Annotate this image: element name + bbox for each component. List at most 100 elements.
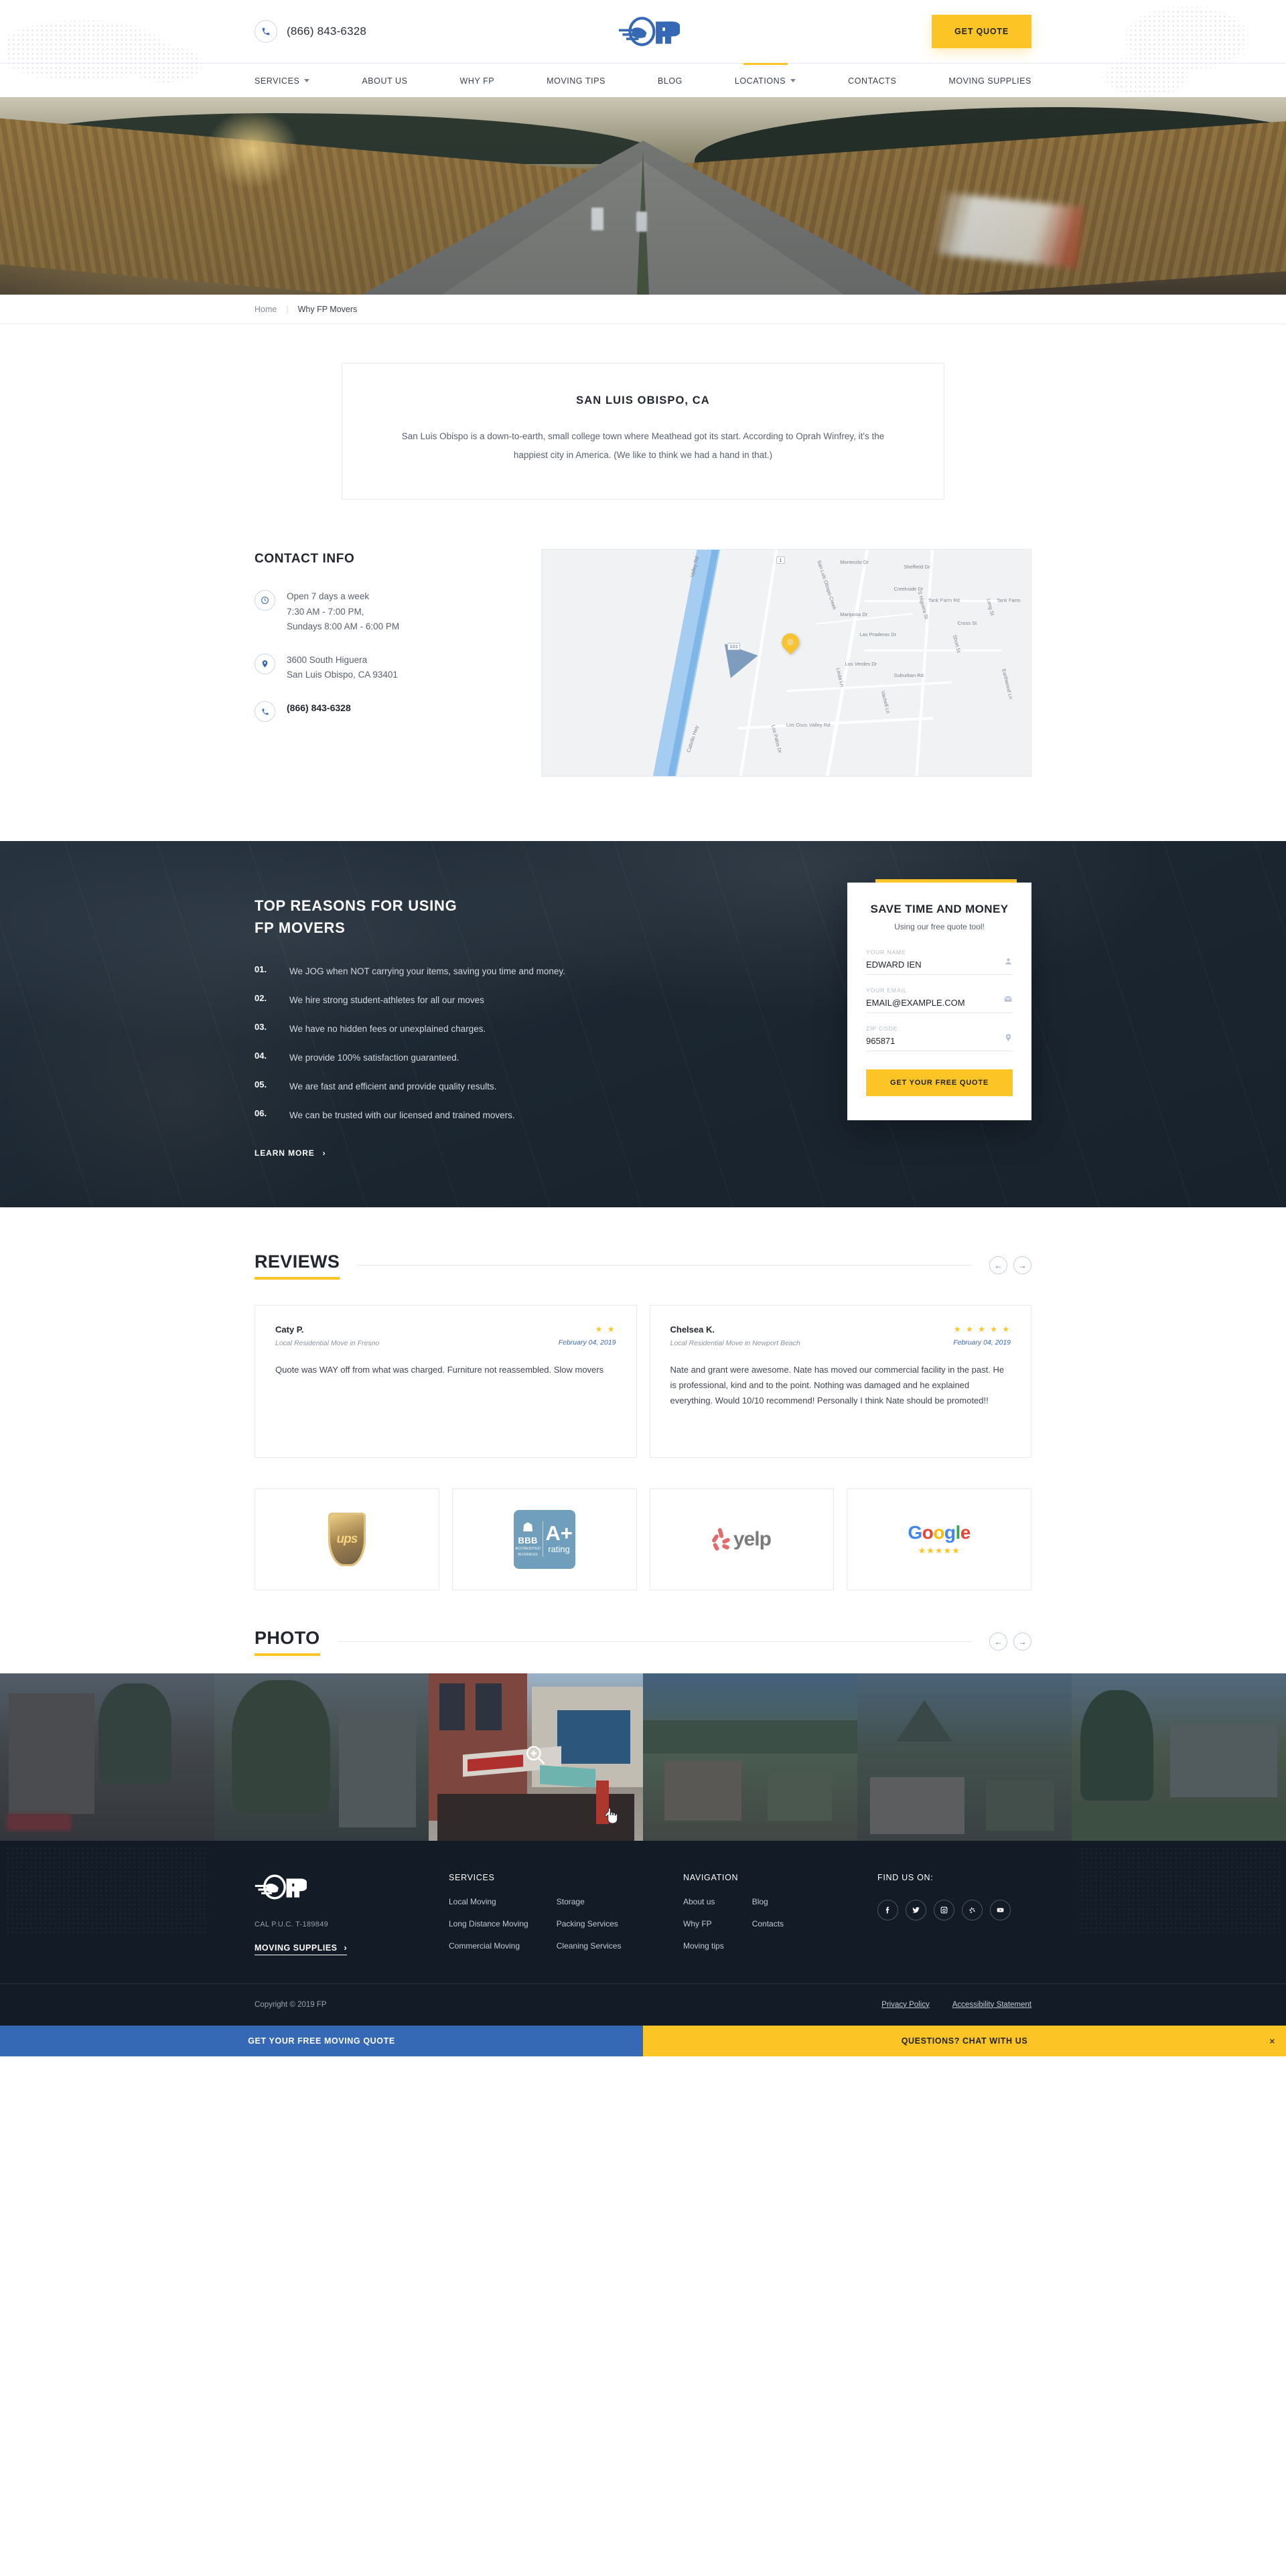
gallery-item-active[interactable] — [429, 1673, 643, 1841]
footer-link-local-moving[interactable]: Local Moving — [449, 1897, 528, 1906]
footer-link-moving-tips[interactable]: Moving tips — [683, 1941, 724, 1951]
map-route-101: 101 — [727, 642, 740, 650]
field-label: YOUR EMAIL — [866, 987, 908, 994]
quote-zip-field[interactable]: ZIP CODE 965871 — [866, 1025, 1013, 1052]
reason-item: 06. We can be trusted with our licensed … — [255, 1108, 630, 1123]
reviews-section: REVIEWS ← → Caty P. Local Residential Mo… — [255, 1207, 1031, 1590]
review-card: Caty P. Local Residential Move in Fresno… — [255, 1304, 637, 1458]
quote-form-subtitle: Using our free quote tool! — [894, 922, 985, 932]
bbb-accredited: ACCREDITED — [515, 1546, 541, 1551]
intro-section: SAN LUIS OBISPO, CA San Luis Obispo is a… — [0, 324, 1286, 500]
phone-icon — [255, 701, 275, 723]
sticky-cta-bar: GET YOUR FREE MOVING QUOTE QUESTIONS? CH… — [0, 2025, 1286, 2056]
map-label: Suburban Rd — [894, 672, 924, 678]
footer-link-long-distance-moving[interactable]: Long Distance Moving — [449, 1919, 528, 1928]
header-phone-number: (866) 843-6328 — [287, 25, 367, 37]
gallery-item[interactable] — [0, 1673, 214, 1841]
nav-item-moving-tips[interactable]: MOVING TIPS — [547, 64, 605, 97]
nav-label: CONTACTS — [848, 76, 897, 86]
nav-item-services[interactable]: SERVICES — [255, 64, 310, 97]
footer-link-packing-services[interactable]: Packing Services — [557, 1919, 622, 1928]
user-icon — [1004, 957, 1013, 969]
map-label: Las Praderas Dr — [859, 631, 897, 638]
contact-address-row: 3600 South Higuera San Luis Obispo, CA 9… — [255, 653, 502, 683]
site-logo[interactable] — [618, 15, 681, 48]
name-input[interactable]: EDWARD IEN — [866, 960, 1013, 970]
cta-chat-with-us[interactable]: QUESTIONS? CHAT WITH US × — [643, 2025, 1286, 2056]
reviewer-name: Caty P. — [275, 1324, 304, 1335]
yelp-icon[interactable] — [962, 1899, 983, 1920]
nav-item-blog[interactable]: BLOG — [658, 64, 683, 97]
ups-badge: ups — [255, 1488, 439, 1590]
envelope-icon — [1003, 994, 1013, 1007]
map-label: Tank Farm — [996, 597, 1021, 604]
chevron-right-icon: › — [322, 1148, 326, 1158]
reason-number: 01. — [255, 964, 267, 975]
zip-input[interactable]: 965871 — [866, 1036, 1013, 1046]
twitter-icon[interactable] — [906, 1899, 926, 1920]
cta-get-free-moving-quote[interactable]: GET YOUR FREE MOVING QUOTE — [0, 2025, 643, 2056]
reviewer-name: Chelsea K. — [670, 1324, 715, 1335]
footer-moving-supplies-link[interactable]: MOVING SUPPLIES › — [255, 1943, 348, 1955]
review-date: February 04, 2019 — [953, 1338, 1011, 1347]
footer-link-accessibility-statement[interactable]: Accessibility Statement — [952, 2001, 1031, 2009]
footer-link-commercial-moving[interactable]: Commercial Moving — [449, 1941, 528, 1951]
map-label: Mariposa Dr — [840, 611, 868, 617]
reviews-next-button[interactable]: → — [1013, 1256, 1031, 1274]
footer-moving-supplies-label: MOVING SUPPLIES — [255, 1943, 338, 1953]
nav-item-contacts[interactable]: CONTACTS — [848, 64, 896, 97]
quote-email-field[interactable]: YOUR EMAIL EMAIL@EXAMPLE.COM — [866, 987, 1013, 1014]
nav-item-locations[interactable]: LOCATIONS — [735, 64, 796, 97]
photo-next-button[interactable]: → — [1013, 1633, 1031, 1651]
footer-link-storage[interactable]: Storage — [557, 1897, 622, 1906]
get-free-quote-button[interactable]: GET YOUR FREE QUOTE — [866, 1069, 1013, 1097]
header-get-quote-button[interactable]: GET QUOTE — [932, 15, 1031, 48]
reasons-title: TOP REASONS FOR USING FP MOVERS — [255, 897, 457, 937]
review-card: Chelsea K. Local Residential Move in New… — [649, 1304, 1031, 1458]
gallery-item[interactable] — [857, 1673, 1072, 1841]
footer-link-about-us[interactable]: About us — [683, 1897, 724, 1906]
nav-label: ABOUT US — [362, 76, 408, 86]
bbb-rating-word: rating — [548, 1543, 570, 1554]
location-map[interactable]: Valley Rd Los Osos Valley Rd Cabrillo Hw… — [541, 549, 1031, 777]
learn-more-link[interactable]: LEARN MORE › — [255, 1148, 326, 1158]
footer-link-why-fp[interactable]: Why FP — [683, 1919, 724, 1928]
cta-chat-label: QUESTIONS? CHAT WITH US — [901, 2036, 1028, 2046]
quote-name-field[interactable]: YOUR NAME EDWARD IEN — [866, 949, 1013, 976]
youtube-icon[interactable] — [990, 1899, 1011, 1920]
nav-item-moving-supplies[interactable]: MOVING SUPPLIES — [948, 64, 1031, 97]
header-phone[interactable]: (866) 843-6328 — [255, 20, 366, 43]
reason-text: We have no hidden fees or unexplained ch… — [289, 1024, 486, 1035]
facebook-icon[interactable] — [877, 1899, 898, 1920]
city-description: San Luis Obispo is a down-to-earth, smal… — [401, 431, 885, 460]
nav-label: LOCATIONS — [734, 76, 786, 86]
divider — [357, 1265, 972, 1266]
gallery-item[interactable] — [214, 1673, 429, 1841]
bbb-flame-icon: ☗ — [522, 1520, 534, 1535]
footer-link-privacy-policy[interactable]: Privacy Policy — [881, 2001, 930, 2009]
instagram-icon[interactable] — [934, 1899, 954, 1920]
close-icon[interactable]: × — [1269, 2036, 1275, 2046]
breadcrumb: Home | Why FP Movers — [255, 305, 1031, 314]
footer-logo[interactable] — [255, 1873, 449, 1904]
nav-item-why-fp[interactable]: WHY FP — [459, 64, 494, 97]
map-pin-icon — [1004, 1033, 1013, 1045]
reviews-prev-button[interactable]: ← — [989, 1256, 1007, 1274]
reason-text: We provide 100% satisfaction guaranteed. — [289, 1052, 459, 1063]
footer-puc-number: CAL P.U.C. T-189849 — [255, 1920, 329, 1928]
map-label: Earthwood Ln — [1000, 668, 1014, 700]
phone-icon — [255, 20, 277, 43]
contact-info-section: CONTACT INFO Open 7 days a week 7:30 AM … — [255, 500, 1031, 841]
footer-link-cleaning-services[interactable]: Cleaning Services — [557, 1941, 622, 1951]
footer-link-contacts[interactable]: Contacts — [752, 1919, 784, 1928]
breadcrumb-home[interactable]: Home — [255, 305, 277, 314]
contact-phone-row[interactable]: (866) 843-6328 — [255, 700, 502, 723]
email-input[interactable]: EMAIL@EXAMPLE.COM — [866, 998, 1013, 1008]
photo-title: PHOTO — [255, 1628, 320, 1656]
gallery-item[interactable] — [1072, 1673, 1286, 1841]
breadcrumb-separator: | — [286, 304, 289, 314]
nav-item-about-us[interactable]: ABOUT US — [362, 64, 407, 97]
gallery-item[interactable] — [643, 1673, 857, 1841]
footer-link-blog[interactable]: Blog — [752, 1897, 784, 1906]
photo-prev-button[interactable]: ← — [989, 1633, 1007, 1651]
